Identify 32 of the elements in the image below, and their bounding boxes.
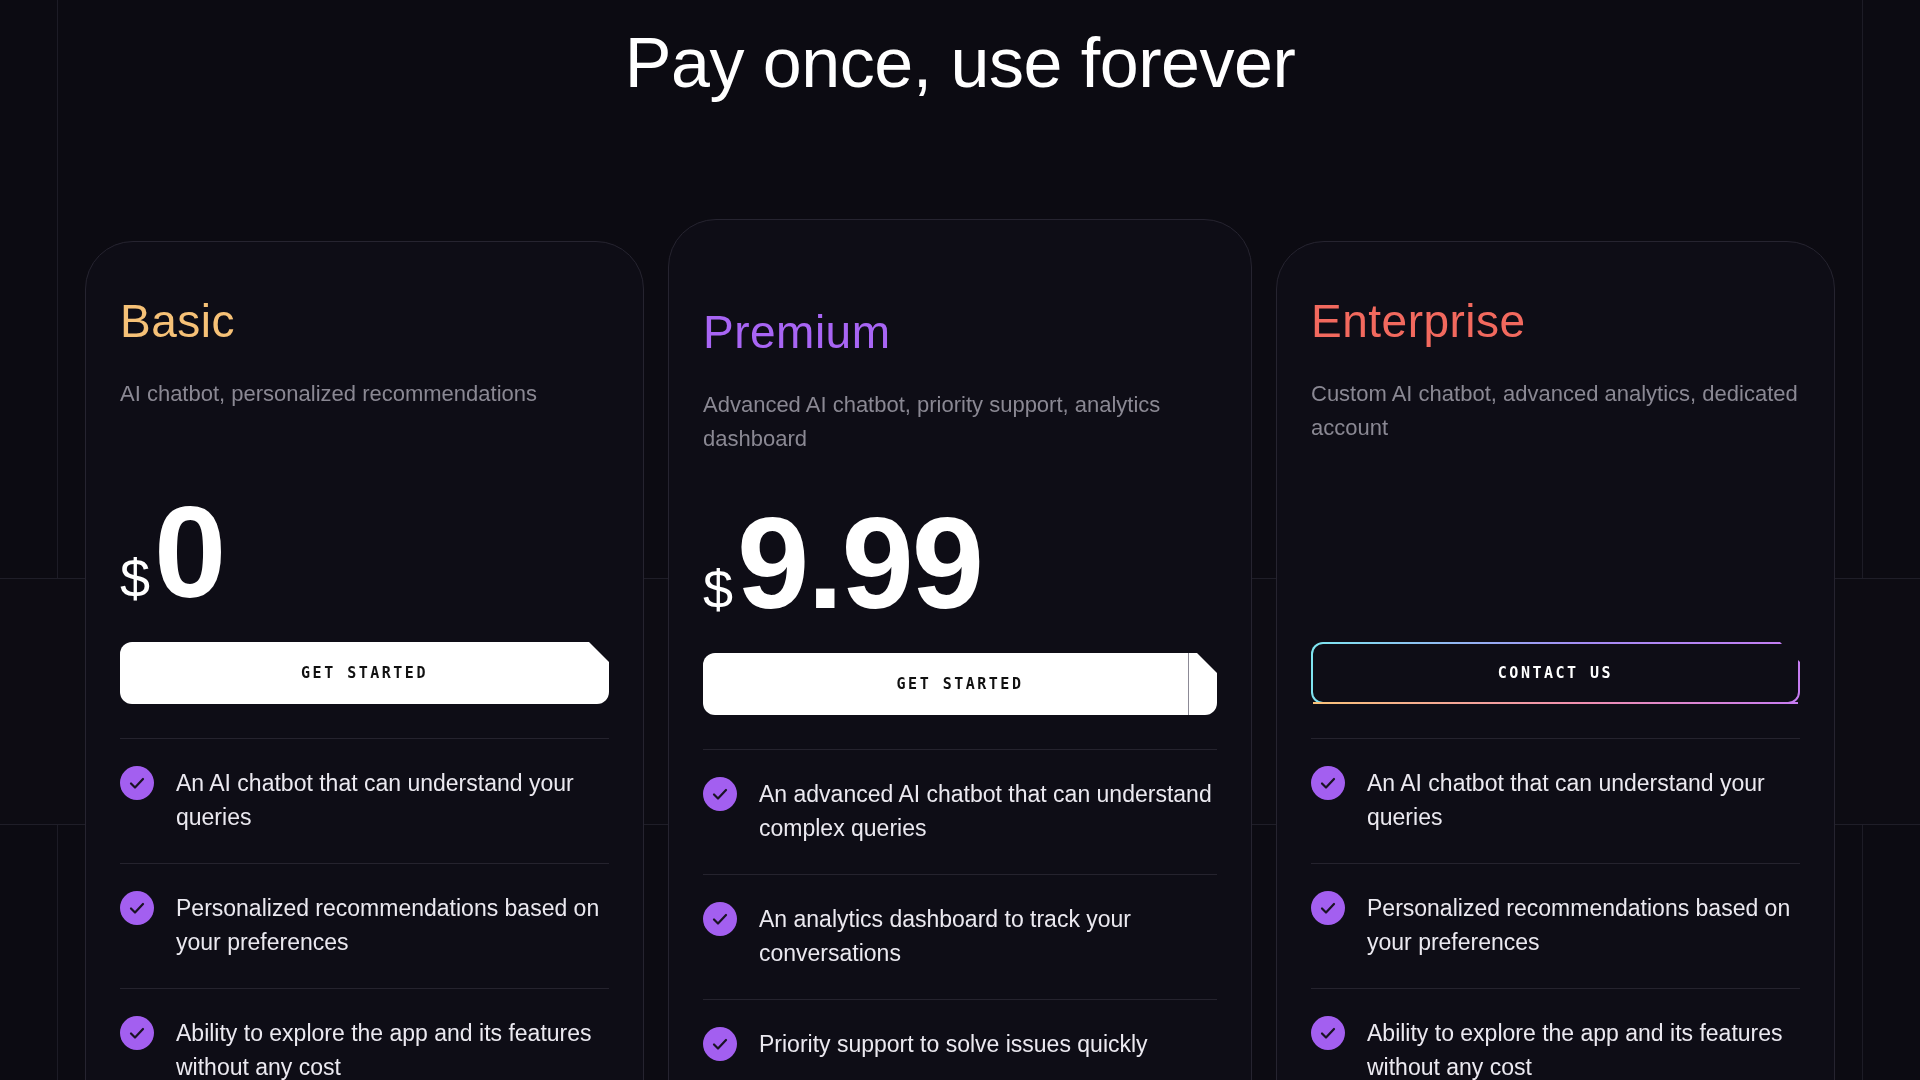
- get-started-button[interactable]: GET STARTED: [120, 642, 609, 704]
- feature-text: An advanced AI chatbot that can understand complex queries: [759, 780, 1213, 843]
- plan-name: Enterprise: [1311, 294, 1527, 349]
- feature-text: Ability to explore the app and its features without any cost: [176, 1019, 593, 1080]
- feature-text: Personalized recommendations based on your preferences: [176, 894, 601, 957]
- check-icon: [120, 891, 154, 925]
- plan-description: AI chatbot, personalized recommendations: [120, 380, 538, 408]
- page-heading: Pay once, use forever: [624, 23, 1296, 104]
- feature-text: An AI chatbot that can understand your queries: [1367, 769, 1766, 832]
- check-icon: [703, 902, 737, 936]
- plan-description: Advanced AI chatbot, priority support, analytics dashboard: [703, 391, 1162, 453]
- feature-text: An AI chatbot that can understand your queries: [176, 769, 575, 832]
- feature-text: Personalized recommendations based on your preferences: [1367, 894, 1792, 957]
- plan-description: Custom AI chatbot, advanced analytics, dedicated account: [1311, 380, 1799, 442]
- get-started-button[interactable]: GET STARTED: [703, 653, 1217, 715]
- currency-symbol: $: [120, 551, 151, 605]
- check-icon: [1311, 1016, 1345, 1050]
- check-icon: [703, 777, 737, 811]
- check-icon: [1311, 891, 1345, 925]
- contact-button[interactable]: CONTACT US: [1311, 642, 1800, 704]
- check-icon: [1311, 766, 1345, 800]
- feature-text: Priority support to solve issues quickly: [759, 1030, 1148, 1059]
- feature-text: Ability to explore the app and its features without any cost: [1367, 1019, 1784, 1080]
- check-icon: [703, 1027, 737, 1061]
- price-amount: 0: [154, 487, 225, 617]
- price-amount: 9.99: [737, 498, 983, 628]
- feature-text: An analytics dashboard to track your conversations: [759, 905, 1133, 968]
- currency-symbol: $: [703, 562, 734, 616]
- check-icon: [120, 766, 154, 800]
- plan-name: Basic: [120, 294, 236, 349]
- plan-name: Premium: [703, 305, 892, 360]
- check-icon: [120, 1016, 154, 1050]
